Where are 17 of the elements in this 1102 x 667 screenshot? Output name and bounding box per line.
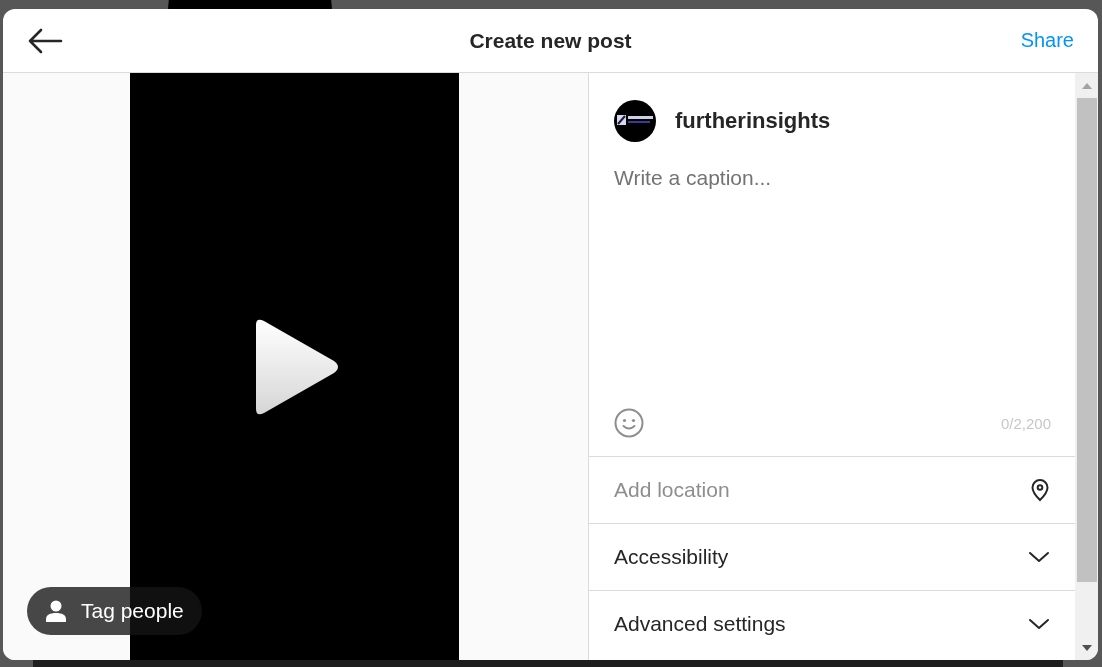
tag-people-button[interactable]: Tag people bbox=[27, 587, 202, 635]
emoji-icon[interactable] bbox=[614, 408, 644, 438]
username: furtherinsights bbox=[675, 108, 831, 134]
scrollbar-thumb[interactable] bbox=[1076, 98, 1097, 582]
section-label[interactable]: Accessibility bbox=[614, 545, 729, 569]
section-label[interactable]: Advanced settings bbox=[614, 612, 786, 636]
person-icon bbox=[45, 600, 67, 622]
chevron-down-icon[interactable] bbox=[1028, 549, 1050, 565]
avatar bbox=[614, 100, 656, 142]
location-pin-icon bbox=[1030, 478, 1050, 502]
location-field[interactable]: Add location bbox=[614, 478, 994, 502]
back-arrow-icon[interactable] bbox=[27, 26, 63, 55]
scroll-down-icon[interactable] bbox=[1081, 644, 1092, 651]
chevron-down-icon[interactable] bbox=[1028, 616, 1050, 632]
character-count: 0/2,200 bbox=[1000, 414, 1051, 432]
dialog-title: Create new post bbox=[469, 28, 632, 52]
caption-field[interactable]: Write a caption... bbox=[614, 166, 1050, 396]
